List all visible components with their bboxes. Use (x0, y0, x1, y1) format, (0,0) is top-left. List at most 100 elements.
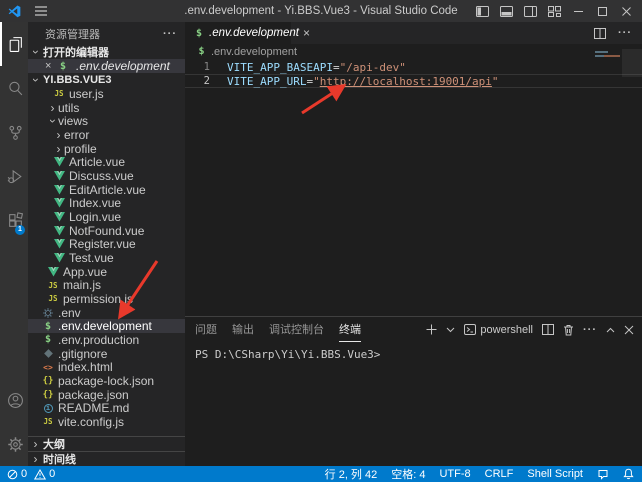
project-section-header[interactable]: YI.BBS.VUE3 (28, 73, 185, 87)
open-editor-item-env-development[interactable]: × $ .env.development (28, 59, 185, 73)
tree-item-label: package-lock.json (58, 374, 154, 388)
panel-tab-输出[interactable]: 输出 (232, 317, 254, 342)
cursor-position-status[interactable]: 行 2, 列 42 (318, 466, 385, 482)
tree-item-notfound-vue[interactable]: NotFound.vue (28, 224, 185, 238)
chevron-right-icon (53, 130, 64, 140)
close-tab-icon[interactable]: × (303, 26, 310, 40)
breadcrumb[interactable]: $ .env.development (185, 44, 642, 59)
tree-item-label: .env.production (58, 333, 139, 347)
code-line-1[interactable]: 1VITE_APP_BASEAPI="/api-dev" (185, 60, 642, 74)
gear-icon (42, 307, 54, 319)
run-debug-icon[interactable] (0, 154, 28, 198)
tree-item--env-production[interactable]: $.env.production (28, 333, 185, 347)
terminal-prompt: PS D:\CSharp\Yi\Yi.BBS.Vue3> (195, 348, 380, 361)
tree-item-label: Article.vue (69, 155, 125, 169)
settings-gear-icon[interactable] (0, 422, 28, 466)
toggle-primary-sidebar-icon[interactable] (470, 0, 494, 22)
kill-terminal-trash-icon[interactable] (563, 324, 574, 336)
feedback-icon[interactable] (590, 469, 616, 480)
tree-item-label: Register.vue (69, 237, 136, 251)
tree-item-index-vue[interactable]: Index.vue (28, 196, 185, 210)
tree-item-editarticle-vue[interactable]: EditArticle.vue (28, 183, 185, 197)
maximize-icon[interactable] (590, 0, 614, 22)
tab-env-development[interactable]: $ .env.development × (185, 22, 291, 44)
encoding-status[interactable]: UTF-8 (432, 468, 477, 480)
outline-section-header[interactable]: 大纲 (28, 436, 185, 451)
git-icon (42, 348, 54, 360)
timeline-section-header[interactable]: 时间线 (28, 451, 185, 466)
views-more-actions-icon[interactable]: ··· (163, 28, 177, 40)
close-panel-icon[interactable] (624, 325, 634, 335)
tree-item-vite-config-js[interactable]: JSvite.config.js (28, 415, 185, 429)
terminal-output[interactable]: PS D:\CSharp\Yi\Yi.BBS.Vue3> (185, 342, 642, 361)
notifications-bell-icon[interactable] (616, 468, 634, 480)
close-icon[interactable]: × (45, 60, 57, 72)
tree-item-register-vue[interactable]: Register.vue (28, 237, 185, 251)
toggle-secondary-sidebar-icon[interactable] (518, 0, 542, 22)
customize-layout-icon[interactable] (542, 0, 566, 22)
js-icon: JS (42, 416, 54, 428)
panel-header: 问题输出调试控制台终端 powershell (185, 317, 642, 342)
panel-more-actions-icon[interactable]: ··· (583, 324, 597, 336)
tree-item--env[interactable]: .env (28, 306, 185, 320)
chevron-right-icon (30, 439, 41, 449)
js-icon: JS (47, 279, 59, 291)
tree-item-label: main.js (63, 278, 101, 292)
tab-bar: $ .env.development × ··· (185, 22, 642, 44)
tree-item--env-development[interactable]: $.env.development (28, 319, 185, 333)
tree-item-main-js[interactable]: JS main.js (28, 278, 185, 292)
source-control-icon[interactable] (0, 110, 28, 154)
panel-tab-终端[interactable]: 终端 (339, 317, 361, 342)
indentation-status[interactable]: 空格: 4 (384, 466, 432, 482)
code-editor[interactable]: 1VITE_APP_BASEAPI="/api-dev"2VITE_APP_UR… (185, 59, 642, 316)
line-number: 2 (185, 75, 210, 87)
tree-item--gitignore[interactable]: .gitignore (28, 347, 185, 361)
menu-icon[interactable] (35, 6, 47, 16)
split-terminal-icon[interactable] (542, 324, 554, 335)
tree-item-label: Index.vue (69, 196, 121, 210)
problems-status[interactable]: 0 0 (7, 468, 55, 480)
account-icon[interactable] (0, 378, 28, 422)
tree-item-utils[interactable]: utils (28, 101, 185, 115)
minimap-slider[interactable] (622, 49, 642, 77)
tree-item-index-html[interactable]: <>index.html (28, 360, 185, 374)
url-link[interactable]: http://localhost:19001/api (320, 75, 492, 88)
extensions-icon[interactable]: 1 (0, 198, 28, 242)
terminal-dropdown-icon[interactable] (446, 327, 455, 333)
tree-item-login-vue[interactable]: Login.vue (28, 210, 185, 224)
explorer-icon[interactable] (0, 22, 28, 66)
tree-item-app-vue[interactable]: App.vue (28, 265, 185, 279)
tree-item-package-json[interactable]: {}package.json (28, 388, 185, 402)
bottom-panel: 问题输出调试控制台终端 powershell (185, 316, 642, 466)
chevron-down-icon (30, 47, 41, 57)
new-terminal-icon[interactable] (426, 324, 437, 335)
tree-item-profile[interactable]: profile (28, 142, 185, 156)
sidebar-title: 资源管理器 (45, 26, 100, 42)
tree-item-error[interactable]: error (28, 128, 185, 142)
js-icon: JS (47, 293, 59, 305)
vue-icon (47, 266, 59, 278)
tree-item-user-js[interactable]: JSuser.js (28, 87, 185, 101)
tree-item-package-lock-json[interactable]: {}package-lock.json (28, 374, 185, 388)
panel-tab-问题[interactable]: 问题 (195, 317, 217, 342)
code-line-2[interactable]: 2VITE_APP_URL="http://localhost:19001/ap… (185, 74, 642, 88)
tree-item-views[interactable]: views (28, 114, 185, 128)
open-editors-section-header[interactable]: 打开的编辑器 (28, 45, 185, 59)
tree-item-test-vue[interactable]: Test.vue (28, 251, 185, 265)
terminal-instance[interactable]: powershell (464, 324, 533, 336)
info-icon: i (42, 402, 54, 414)
minimize-icon[interactable] (566, 0, 590, 22)
tree-item-discuss-vue[interactable]: Discuss.vue (28, 169, 185, 183)
panel-tab-调试控制台[interactable]: 调试控制台 (269, 317, 324, 342)
toggle-panel-icon[interactable] (494, 0, 518, 22)
editor-more-actions-icon[interactable]: ··· (618, 27, 632, 39)
tree-item-article-vue[interactable]: Article.vue (28, 155, 185, 169)
close-window-icon[interactable] (614, 0, 638, 22)
split-editor-icon[interactable] (594, 28, 606, 39)
tree-item-readme-md[interactable]: iREADME.md (28, 401, 185, 415)
maximize-panel-icon[interactable] (606, 327, 615, 333)
tree-item-permission-js[interactable]: JSpermission.js (28, 292, 185, 306)
eol-status[interactable]: CRLF (478, 468, 521, 480)
language-mode-status[interactable]: Shell Script (520, 468, 590, 480)
search-icon[interactable] (0, 66, 28, 110)
